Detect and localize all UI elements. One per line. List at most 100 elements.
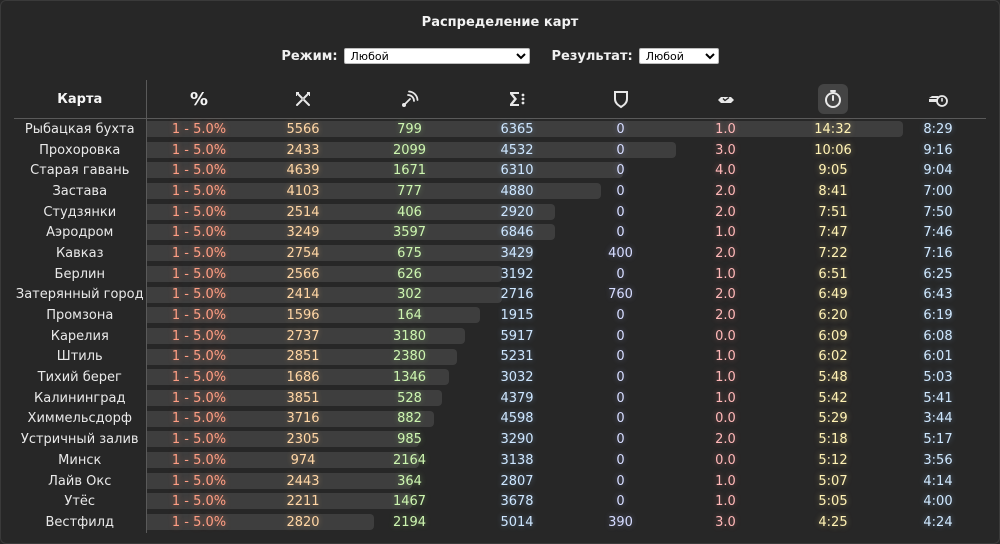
map-name: Утёс <box>14 491 147 513</box>
tank-timer-value: 6:25 <box>923 266 953 282</box>
frags-value: 3851 <box>286 390 320 406</box>
capture-value: 1.0 <box>715 370 736 386</box>
timer-value: 8:41 <box>818 183 848 199</box>
column-header-percent[interactable]: % <box>147 89 252 110</box>
column-header-frags[interactable] <box>252 84 355 114</box>
map-name: Вестфилд <box>14 512 147 533</box>
percent-value: 1 - 5.0% <box>171 370 227 386</box>
table-row[interactable]: Лайв Окс 1 - 5.0% 2443 364 2807 0 1.0 5:… <box>14 470 986 492</box>
table-row[interactable]: Старая гавань 1 - 5.0% 4639 1671 6310 0 … <box>14 160 986 182</box>
capture-value: 2.0 <box>715 432 736 448</box>
timer-value: 5:07 <box>818 473 848 489</box>
table-row[interactable]: Берлин 1 - 5.0% 2566 626 3192 0 1.0 6:51… <box>14 263 986 285</box>
total-value: 2920 <box>500 204 534 220</box>
frags-value: 2754 <box>286 245 320 261</box>
table-row[interactable]: Аэродром 1 - 5.0% 3249 3597 6846 0 1.0 7… <box>14 222 986 244</box>
spot-value: 2194 <box>392 514 427 530</box>
defense-value: 0 <box>616 142 625 158</box>
spot-value: 2099 <box>392 142 427 158</box>
frags-value: 5566 <box>286 121 320 137</box>
tank-timer-value: 4:14 <box>923 473 953 489</box>
capture-value: 1.0 <box>715 225 736 241</box>
row-metrics: 1 - 5.0% 974 2164 3138 0 0.0 5:12 3:56 <box>146 450 986 471</box>
table-row[interactable]: Штиль 1 - 5.0% 2851 2380 5231 0 1.0 6:02… <box>14 346 986 368</box>
table-row[interactable]: Рыбацкая бухта 1 - 5.0% 5566 799 6365 0 … <box>14 118 986 140</box>
capture-value: 0.0 <box>715 328 736 344</box>
defense-value: 0 <box>616 432 625 448</box>
capture-value: 2.0 <box>715 204 736 220</box>
timer-value: 6:20 <box>818 308 848 324</box>
defense-value: 0 <box>616 370 625 386</box>
spot-value: 799 <box>397 121 422 137</box>
table-row[interactable]: Затерянный город 1 - 5.0% 2414 302 2716 … <box>14 284 986 306</box>
percent-value: 1 - 5.0% <box>171 411 227 427</box>
frags-value: 4103 <box>286 183 320 199</box>
spot-value: 1671 <box>392 163 427 179</box>
total-value: 2716 <box>500 287 534 303</box>
defense-value: 0 <box>616 225 625 241</box>
frags-icon <box>288 84 318 114</box>
mode-select[interactable]: Любой <box>343 48 530 64</box>
tank-timer-value: 7:00 <box>923 183 953 199</box>
row-metrics: 1 - 5.0% 4103 777 4880 0 2.0 8:41 7:00 <box>146 181 986 202</box>
tank-timer-value: 5:41 <box>923 390 953 406</box>
table-row[interactable]: Минск 1 - 5.0% 974 2164 3138 0 0.0 5:12 … <box>14 450 986 471</box>
table-row[interactable]: Студзянки 1 - 5.0% 2514 406 2920 0 2.0 7… <box>14 201 986 223</box>
frags-value: 2820 <box>286 514 320 530</box>
table-row[interactable]: Калининград 1 - 5.0% 3851 528 4379 0 1.0… <box>14 387 986 409</box>
table-row[interactable]: Устричный залив 1 - 5.0% 2305 985 3290 0… <box>14 429 986 450</box>
map-name: Рыбацкая бухта <box>14 118 147 140</box>
defense-value: 0 <box>616 390 625 406</box>
timer-icon <box>818 84 848 114</box>
column-header-capture[interactable] <box>672 84 780 114</box>
column-header-spot[interactable] <box>355 84 465 114</box>
column-header-timer[interactable] <box>780 84 887 114</box>
table-row[interactable]: Утёс 1 - 5.0% 2211 1467 3678 0 1.0 5:05 … <box>14 491 986 513</box>
row-metrics: 1 - 5.0% 4639 1671 6310 0 4.0 9:05 9:04 <box>146 160 986 181</box>
spot-value: 364 <box>397 473 422 489</box>
capture-icon <box>711 84 741 114</box>
column-header-tank-timer[interactable] <box>887 84 990 114</box>
total-value: 3032 <box>500 370 534 386</box>
row-metrics: 1 - 5.0% 2851 2380 5231 0 1.0 6:02 6:01 <box>146 347 986 368</box>
frags-value: 2514 <box>286 204 320 220</box>
mode-label: Режим: <box>281 48 338 64</box>
table-row[interactable]: Карелия 1 - 5.0% 2737 3180 5917 0 0.0 6:… <box>14 325 986 347</box>
table-row[interactable]: Промзона 1 - 5.0% 1596 164 1915 0 2.0 6:… <box>14 305 986 326</box>
table-row[interactable]: Химмельсдорф 1 - 5.0% 3716 882 4598 0 0.… <box>14 408 986 430</box>
row-metrics: 1 - 5.0% 3851 528 4379 0 1.0 5:42 5:41 <box>146 388 986 409</box>
column-header-map[interactable]: Карта <box>14 80 147 119</box>
percent-value: 1 - 5.0% <box>171 514 227 530</box>
table-row[interactable]: Вестфилд 1 - 5.0% 2820 2194 5014 390 3.0… <box>14 512 986 533</box>
map-name: Лайв Окс <box>14 470 147 492</box>
tank-timer-value: 6:19 <box>923 308 953 324</box>
timer-value: 5:48 <box>818 370 848 386</box>
total-value: 5917 <box>500 328 534 344</box>
timer-value: 5:42 <box>818 390 848 406</box>
capture-value: 0.0 <box>715 452 736 468</box>
spot-value: 882 <box>397 411 422 427</box>
table-row[interactable]: Застава 1 - 5.0% 4103 777 4880 0 2.0 8:4… <box>14 181 986 202</box>
frags-value: 2737 <box>286 328 320 344</box>
map-name: Химмельсдорф <box>14 408 147 430</box>
percent-value: 1 - 5.0% <box>171 349 227 365</box>
result-select[interactable]: Любой <box>638 48 719 64</box>
spot-value: 164 <box>397 308 422 324</box>
timer-value: 7:47 <box>818 225 848 241</box>
capture-value: 2.0 <box>715 308 736 324</box>
table-row[interactable]: Кавказ 1 - 5.0% 2754 675 3429 400 2.0 7:… <box>14 243 986 264</box>
total-value: 3192 <box>500 266 534 282</box>
defense-value: 0 <box>616 266 625 282</box>
frags-value: 2443 <box>286 473 320 489</box>
row-metrics: 1 - 5.0% 2414 302 2716 760 2.0 6:49 6:43 <box>146 285 986 306</box>
tank-timer-value: 9:04 <box>923 163 953 179</box>
table-row[interactable]: Тихий берег 1 - 5.0% 1686 1346 3032 0 1.… <box>14 367 986 388</box>
column-header-total[interactable] <box>465 84 570 114</box>
tank-timer-value: 7:16 <box>923 245 953 261</box>
table-row[interactable]: Прохоровка 1 - 5.0% 2433 2099 4532 0 3.0… <box>14 139 986 161</box>
percent-value: 1 - 5.0% <box>171 225 227 241</box>
column-header-defense[interactable] <box>570 84 672 114</box>
defense-value: 0 <box>616 308 625 324</box>
capture-value: 3.0 <box>715 142 736 158</box>
timer-value: 6:09 <box>818 328 848 344</box>
